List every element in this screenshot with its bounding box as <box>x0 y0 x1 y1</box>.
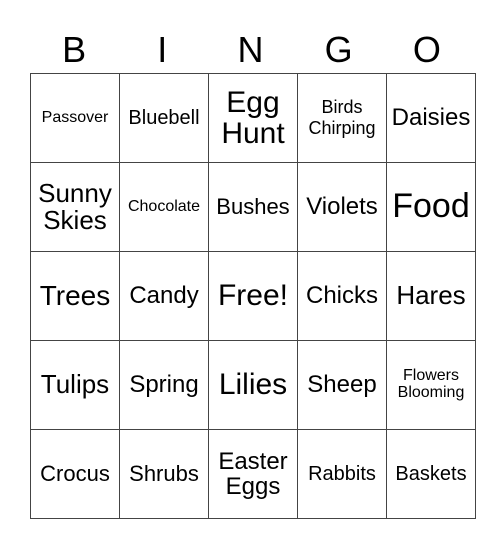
board-row: Crocus Shrubs Easter Eggs Rabbits Basket… <box>30 429 476 519</box>
bingo-header: B I N G O <box>30 28 471 72</box>
board-row: Trees Candy Free! Chicks Hares <box>30 251 476 341</box>
bingo-cell[interactable]: Rabbits <box>297 429 387 519</box>
bingo-cell[interactable]: Sunny Skies <box>30 162 120 252</box>
board-row: Passover Bluebell Egg Hunt Birds Chirpin… <box>30 73 476 163</box>
bingo-cell[interactable]: Hares <box>386 251 476 341</box>
header-letter-b: B <box>62 29 87 70</box>
bingo-cell[interactable]: Daisies <box>386 73 476 163</box>
free-space-cell[interactable]: Free! <box>208 251 298 341</box>
bingo-cell[interactable]: Egg Hunt <box>208 73 298 163</box>
bingo-cell[interactable]: Chicks <box>297 251 387 341</box>
bingo-cell[interactable]: Baskets <box>386 429 476 519</box>
bingo-cell[interactable]: Food <box>386 162 476 252</box>
bingo-cell[interactable]: Candy <box>119 251 209 341</box>
bingo-cell[interactable]: Lilies <box>208 340 298 430</box>
bingo-cell[interactable]: Violets <box>297 162 387 252</box>
bingo-cell[interactable]: Trees <box>30 251 120 341</box>
header-letter-n: N <box>237 29 264 70</box>
bingo-cell[interactable]: Sheep <box>297 340 387 430</box>
bingo-cell[interactable]: Crocus <box>30 429 120 519</box>
board-row: Tulips Spring Lilies Sheep Flowers Bloom… <box>30 340 476 430</box>
bingo-cell[interactable]: Spring <box>119 340 209 430</box>
bingo-cell[interactable]: Tulips <box>30 340 120 430</box>
bingo-cell[interactable]: Bushes <box>208 162 298 252</box>
header-letter-i: I <box>157 29 168 70</box>
bingo-cell[interactable]: Easter Eggs <box>208 429 298 519</box>
bingo-board: Passover Bluebell Egg Hunt Birds Chirpin… <box>30 73 476 519</box>
header-letter-o: O <box>412 29 441 70</box>
bingo-cell[interactable]: Birds Chirping <box>297 73 387 163</box>
header-letter-g: G <box>324 29 353 70</box>
bingo-cell[interactable]: Shrubs <box>119 429 209 519</box>
bingo-cell[interactable]: Passover <box>30 73 120 163</box>
board-row: Sunny Skies Chocolate Bushes Violets Foo… <box>30 162 476 252</box>
bingo-cell[interactable]: Flowers Blooming <box>386 340 476 430</box>
bingo-cell[interactable]: Bluebell <box>119 73 209 163</box>
bingo-cell[interactable]: Chocolate <box>119 162 209 252</box>
